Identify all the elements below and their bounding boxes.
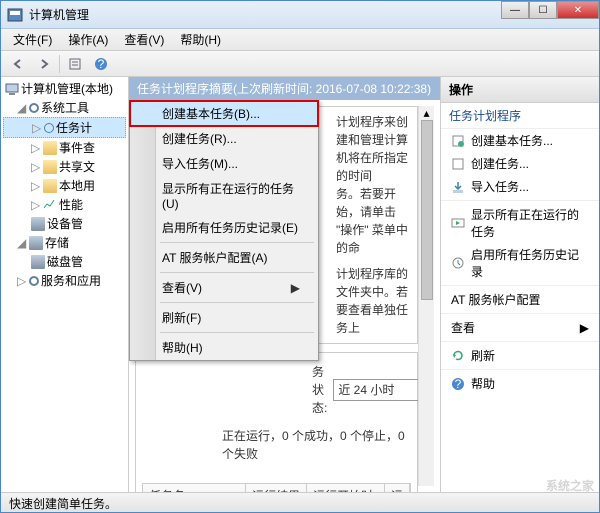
menu-action[interactable]: 操作(A) — [60, 29, 116, 50]
svg-text:?: ? — [455, 377, 462, 391]
properties-button[interactable] — [64, 54, 86, 74]
center-body: 创建基本任务(B)... 创建任务(R)... 导入任务(M)... 显示所有正… — [129, 100, 440, 492]
svg-text:?: ? — [98, 57, 105, 71]
tree-local-users[interactable]: ▷本地用 — [3, 176, 126, 195]
collapse-icon[interactable]: ◢ — [17, 236, 27, 250]
help-button[interactable]: ? — [90, 54, 112, 74]
task-table-header: 任务名 运行结果 运行开始时间 运 — [142, 483, 411, 492]
tree-event-viewer[interactable]: ▷事件查 — [3, 138, 126, 157]
folder-icon — [43, 160, 57, 174]
submenu-arrow-icon: ▶ — [291, 281, 300, 295]
menubar: 文件(F) 操作(A) 查看(V) 帮助(H) — [1, 29, 599, 51]
statusbar-text: 快速创建简单任务。 — [9, 497, 117, 511]
statusbar: 快速创建简单任务。 — [1, 492, 599, 512]
cm-view[interactable]: 查看(V)▶ — [130, 275, 318, 300]
vertical-scrollbar[interactable]: ▴ — [418, 106, 434, 486]
submenu-arrow-icon: ▶ — [580, 321, 589, 335]
center-panel: 任务计划程序摘要(上次刷新时间: 2016-07-08 10:22:38) 创建… — [129, 77, 441, 492]
minimize-button[interactable]: — — [501, 1, 529, 19]
collapse-icon[interactable]: ◢ — [17, 101, 27, 115]
folder-icon — [43, 141, 57, 155]
overview-text: 务。若要开始，请单击 "操作" 菜单中的命 — [336, 185, 411, 257]
cm-refresh[interactable]: 刷新(F) — [130, 305, 318, 330]
task-icon — [451, 157, 465, 171]
close-button[interactable]: ✕ — [557, 1, 599, 19]
tree-system-tools[interactable]: ◢系统工具 — [3, 98, 126, 117]
action-help[interactable]: ?帮助 — [441, 372, 599, 395]
overview-text: 计划程序来创建和管理计算机将在所指定的时间 — [336, 113, 411, 185]
tree-disk-mgmt[interactable]: 磁盘管 — [3, 252, 126, 271]
services-icon — [29, 276, 39, 286]
titlebar[interactable]: 计算机管理 — ☐ ✕ — [1, 1, 599, 29]
actions-panel: 操作 任务计划程序 创建基本任务... 创建任务... 导入任务... 显示所有… — [441, 77, 599, 492]
app-icon — [7, 7, 23, 23]
clock-icon — [44, 123, 54, 133]
tools-icon — [29, 103, 39, 113]
forward-button[interactable] — [33, 54, 55, 74]
expand-icon[interactable]: ▷ — [31, 198, 41, 212]
col-end-time[interactable]: 运 — [385, 484, 410, 492]
status-panel: 务状态: 近 24 小时 ▾ 正在运行，0 个成功，0 个停止，0 个失败 任务… — [135, 352, 418, 492]
action-show-running[interactable]: 显示所有正在运行的任务 — [441, 203, 599, 243]
computer-icon — [5, 82, 19, 96]
status-label: 务状态: — [312, 363, 327, 417]
window-controls: — ☐ ✕ — [501, 1, 599, 19]
cm-enable-history[interactable]: 启用所有任务历史记录(E) — [130, 215, 318, 240]
menu-file[interactable]: 文件(F) — [5, 29, 60, 50]
actions-group-label: 任务计划程序 — [441, 103, 599, 129]
col-task-name[interactable]: 任务名 — [143, 484, 246, 492]
window-frame: 计算机管理 — ☐ ✕ 文件(F) 操作(A) 查看(V) 帮助(H) ? 计算… — [0, 0, 600, 513]
menu-help[interactable]: 帮助(H) — [172, 29, 229, 50]
expand-icon[interactable]: ▷ — [31, 179, 41, 193]
col-start-time[interactable]: 运行开始时间 — [307, 484, 385, 492]
tree-services[interactable]: ▷服务和应用 — [3, 271, 126, 290]
running-icon — [451, 216, 465, 230]
cm-show-running[interactable]: 显示所有正在运行的任务(U) — [130, 176, 318, 215]
col-result[interactable]: 运行结果 — [246, 484, 307, 492]
action-view[interactable]: 查看▶ — [441, 316, 599, 339]
cm-help[interactable]: 帮助(H) — [130, 335, 318, 360]
help-icon: ? — [451, 377, 465, 391]
context-menu: 创建基本任务(B)... 创建任务(R)... 导入任务(M)... 显示所有正… — [129, 100, 319, 361]
expand-icon[interactable]: ▷ — [17, 274, 27, 288]
action-import-task[interactable]: 导入任务... — [441, 175, 599, 198]
actions-title: 操作 — [441, 77, 599, 103]
perf-icon — [43, 198, 57, 212]
import-icon — [451, 180, 465, 194]
cm-create-basic-task[interactable]: 创建基本任务(B)... — [130, 101, 318, 126]
expand-icon[interactable]: ▷ — [32, 121, 42, 135]
tree-panel: 计算机管理(本地) ◢系统工具 ▷任务计 ▷事件查 ▷共享文 ▷本地用 ▷性能 … — [1, 77, 129, 492]
action-create-basic[interactable]: 创建基本任务... — [441, 129, 599, 152]
cm-at-account[interactable]: AT 服务帐户配置(A) — [130, 245, 318, 270]
tree-root[interactable]: 计算机管理(本地) — [3, 79, 126, 98]
maximize-button[interactable]: ☐ — [529, 1, 557, 19]
storage-icon — [29, 236, 43, 250]
action-refresh[interactable]: 刷新 — [441, 344, 599, 367]
device-icon — [31, 217, 45, 231]
tree-shared-folders[interactable]: ▷共享文 — [3, 157, 126, 176]
expand-icon[interactable]: ▷ — [31, 141, 41, 155]
tree-device-manager[interactable]: 设备管 — [3, 214, 126, 233]
action-enable-history[interactable]: 启用所有任务历史记录 — [441, 243, 599, 283]
back-button[interactable] — [7, 54, 29, 74]
toolbar: ? — [1, 51, 599, 77]
center-header: 任务计划程序摘要(上次刷新时间: 2016-07-08 10:22:38) — [129, 77, 440, 100]
expand-icon[interactable]: ▷ — [31, 160, 41, 174]
menu-view[interactable]: 查看(V) — [116, 29, 172, 50]
main-body: 计算机管理(本地) ◢系统工具 ▷任务计 ▷事件查 ▷共享文 ▷本地用 ▷性能 … — [1, 77, 599, 492]
action-create-task[interactable]: 创建任务... — [441, 152, 599, 175]
cm-import-task[interactable]: 导入任务(M)... — [130, 151, 318, 176]
cm-create-task[interactable]: 创建任务(R)... — [130, 126, 318, 151]
folder-icon — [43, 179, 57, 193]
status-summary: 正在运行，0 个成功，0 个停止，0 个失败 — [142, 427, 411, 463]
tree-task-scheduler[interactable]: ▷任务计 — [3, 117, 126, 138]
action-at-account[interactable]: AT 服务帐户配置 — [441, 288, 599, 311]
overview-text: 计划程序库的文件夹中。若要查看单独任务上 — [336, 265, 411, 337]
task-icon — [451, 134, 465, 148]
refresh-icon — [451, 349, 465, 363]
tree-performance[interactable]: ▷性能 — [3, 195, 126, 214]
history-icon — [451, 256, 465, 270]
disk-icon — [31, 255, 45, 269]
tree-storage[interactable]: ◢存储 — [3, 233, 126, 252]
